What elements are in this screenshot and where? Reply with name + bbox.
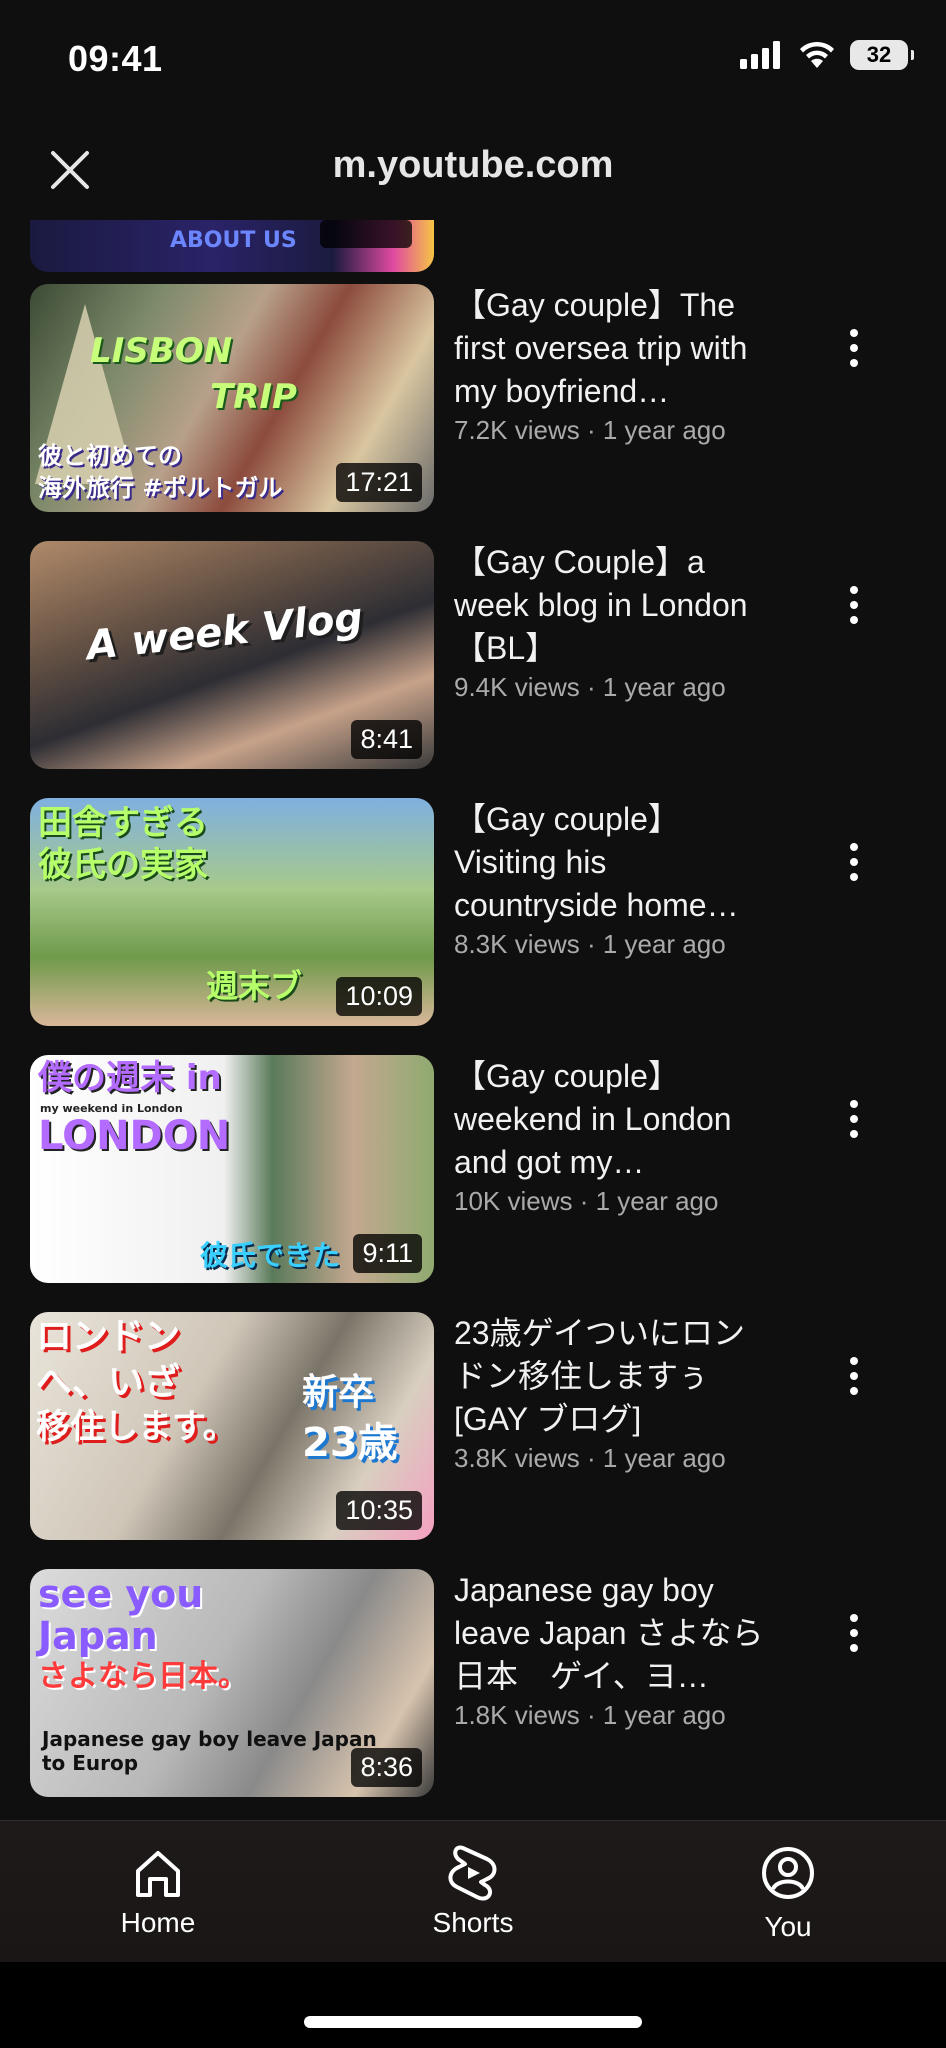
video-info[interactable]: 【Gay couple】weekend in London and got my… — [454, 1055, 774, 1217]
more-options-button[interactable] — [830, 832, 878, 892]
thumbnail-text: LONDON — [38, 1113, 231, 1159]
video-meta: 9.4K views · 1 year ago — [454, 672, 726, 702]
more-vert-icon[interactable] — [849, 1356, 859, 1396]
page-url: m.youtube.com — [332, 144, 614, 186]
battery-level: 32 — [866, 42, 892, 67]
thumbnail-text: Japan — [38, 1614, 158, 1658]
thumbnail-text: LISBON — [90, 331, 233, 371]
thumbnail-text: さよなら日本。 — [38, 1659, 248, 1694]
thumbnail-text: 23歳 — [302, 1420, 398, 1466]
video-info[interactable]: 23歳ゲイついにロンドン移住しますぅ [GAY ブログ] 3.8K views … — [454, 1312, 774, 1474]
nav-home-label[interactable]: Home — [58, 1907, 258, 1939]
thumbnail-text: ABOUT US — [170, 228, 297, 253]
video-item[interactable]: LISBON TRIP 彼と初めての 海外旅行 #ポルトガル 17:21 【Ga… — [0, 284, 946, 512]
video-info[interactable]: 【Gay Couple】a week blog in London 【BL】 9… — [454, 541, 774, 703]
video-title[interactable]: 23歳ゲイついにロンドン移住しますぅ [GAY ブログ] — [454, 1312, 774, 1441]
partial-video-thumbnail[interactable]: ABOUT US — [30, 220, 434, 272]
more-options-button[interactable] — [830, 1089, 878, 1149]
account-icon[interactable] — [760, 1845, 816, 1901]
thumbnail-text: へ、いざ — [36, 1362, 181, 1403]
nav-you[interactable]: You — [688, 1821, 888, 1963]
duration-badge: 17:21 — [336, 463, 422, 502]
thumbnail-text: 海外旅行 #ポルトガル — [38, 474, 283, 502]
thumbnail-text: TRIP — [210, 377, 297, 417]
nav-home[interactable]: Home — [58, 1821, 258, 1963]
home-indicator[interactable] — [304, 2016, 642, 2028]
video-info[interactable]: 【Gay couple】The first oversea trip with … — [454, 284, 774, 446]
nav-shorts[interactable]: Shorts — [373, 1821, 573, 1963]
video-title[interactable]: Japanese gay boy leave Japan さよなら日本 ゲイ、ヨ… — [454, 1569, 774, 1698]
home-indicator-area — [0, 1962, 946, 2048]
video-meta: 7.2K views · 1 year ago — [454, 415, 726, 445]
video-item[interactable]: 田舎すぎる 彼氏の実家 週末ブ 10:09 【Gay couple】Visiti… — [0, 798, 946, 1026]
wifi-icon — [800, 41, 834, 68]
more-options-button[interactable] — [830, 1603, 878, 1663]
video-title[interactable]: 【Gay couple】weekend in London and got my… — [454, 1055, 774, 1184]
nav-you-label[interactable]: You — [688, 1911, 888, 1943]
thumbnail-text: 移住します。 — [36, 1407, 237, 1447]
thumbnail-text: 田舎すぎる — [38, 803, 208, 843]
duration-badge: 10:09 — [336, 977, 422, 1016]
status-time: 09:41 — [68, 38, 163, 79]
video-item[interactable]: 僕の週末 in my weekend in London LONDON 彼氏でき… — [0, 1055, 946, 1283]
video-thumbnail[interactable]: see you Japan さよなら日本。 Japanese gay boy l… — [30, 1569, 434, 1797]
nav-shorts-label[interactable]: Shorts — [373, 1907, 573, 1939]
video-info[interactable]: Japanese gay boy leave Japan さよなら日本 ゲイ、ヨ… — [454, 1569, 774, 1731]
video-title[interactable]: 【Gay couple】Visiting his countryside hom… — [454, 798, 774, 927]
duration-badge: 8:41 — [351, 720, 422, 759]
more-vert-icon[interactable] — [849, 1099, 859, 1139]
thumbnail-text: 彼と初めての — [38, 442, 182, 470]
thumbnail-text: 彼氏できた — [200, 1239, 341, 1272]
more-options-button[interactable] — [830, 318, 878, 378]
status-icons: 32 — [740, 40, 914, 70]
thumbnail-text: 僕の週末 in — [38, 1058, 222, 1098]
video-title[interactable]: 【Gay Couple】a week blog in London 【BL】 — [454, 541, 774, 670]
duration-badge: 10:35 — [336, 1491, 422, 1530]
duration-badge: 9:11 — [353, 1234, 422, 1273]
thumbnail-text: to Europ — [42, 1751, 139, 1775]
thumbnail-text: 新卒 — [302, 1372, 375, 1413]
more-options-button[interactable] — [830, 575, 878, 635]
more-vert-icon[interactable] — [849, 328, 859, 368]
home-icon[interactable] — [130, 1845, 186, 1901]
video-thumbnail[interactable]: 田舎すぎる 彼氏の実家 週末ブ 10:09 — [30, 798, 434, 1026]
shorts-icon[interactable] — [445, 1845, 501, 1901]
more-vert-icon[interactable] — [849, 1613, 859, 1653]
video-meta: 1.8K views · 1 year ago — [454, 1700, 726, 1730]
video-meta: 10K views · 1 year ago — [454, 1186, 719, 1216]
status-bar: 09:41 32 — [0, 0, 946, 120]
signal-icon — [740, 41, 780, 69]
video-thumbnail[interactable]: LISBON TRIP 彼と初めての 海外旅行 #ポルトガル 17:21 — [30, 284, 434, 512]
thumbnail-text: 週末ブ — [206, 967, 303, 1005]
video-meta: 3.8K views · 1 year ago — [454, 1443, 726, 1473]
bottom-navigation: Home Shorts You — [0, 1820, 946, 1963]
duration-badge: 8:36 — [351, 1748, 422, 1787]
thumbnail-text: see you — [38, 1572, 204, 1616]
thumbnail-text: Japanese gay boy leave Japan — [42, 1727, 377, 1751]
more-vert-icon[interactable] — [849, 842, 859, 882]
video-meta: 8.3K views · 1 year ago — [454, 929, 726, 959]
video-item[interactable]: see you Japan さよなら日本。 Japanese gay boy l… — [0, 1569, 946, 1797]
battery-icon: 32 — [850, 40, 914, 70]
thumbnail-text: 彼氏の実家 — [38, 845, 208, 885]
video-thumbnail[interactable]: A week Vlog 8:41 — [30, 541, 434, 769]
video-feed[interactable]: ABOUT US LISBON TRIP 彼と初めての 海外旅行 #ポルトガル … — [0, 220, 946, 1820]
thumbnail-text: A week Vlog — [84, 594, 366, 670]
duration-badge — [320, 220, 412, 248]
more-vert-icon[interactable] — [849, 585, 859, 625]
video-thumbnail[interactable]: 僕の週末 in my weekend in London LONDON 彼氏でき… — [30, 1055, 434, 1283]
browser-header: m.youtube.com — [0, 120, 946, 220]
video-title[interactable]: 【Gay couple】The first oversea trip with … — [454, 284, 774, 413]
more-options-button[interactable] — [830, 1346, 878, 1406]
thumbnail-text: ロンドン — [36, 1316, 181, 1357]
video-info[interactable]: 【Gay couple】Visiting his countryside hom… — [454, 798, 774, 960]
video-item[interactable]: A week Vlog 8:41 【Gay Couple】a week blog… — [0, 541, 946, 769]
video-item[interactable]: ロンドン へ、いざ 移住します。 新卒 23歳 10:35 23歳ゲイついにロン… — [0, 1312, 946, 1540]
video-thumbnail[interactable]: ロンドン へ、いざ 移住します。 新卒 23歳 10:35 — [30, 1312, 434, 1540]
